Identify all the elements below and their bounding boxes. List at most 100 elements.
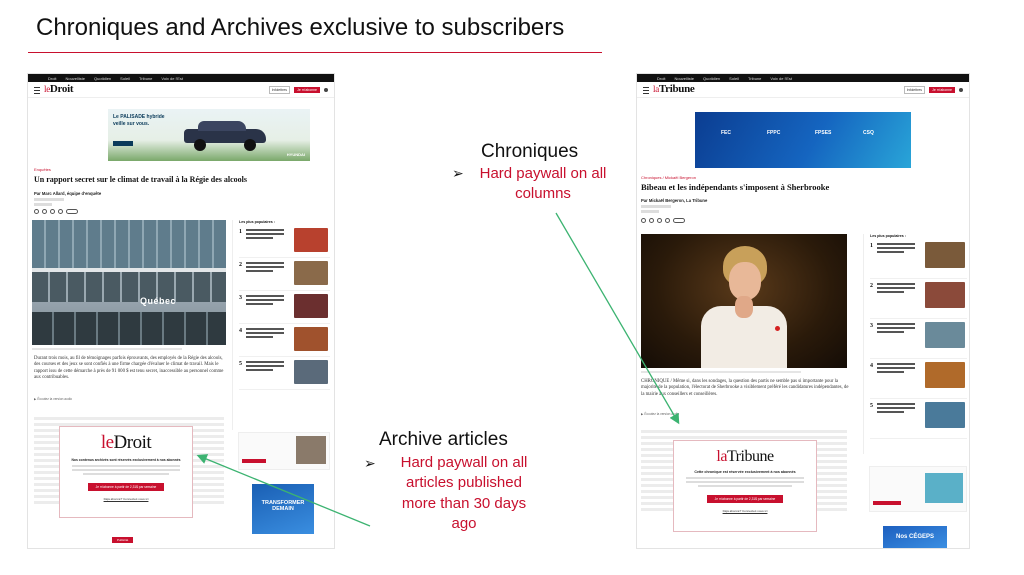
sidebar-item[interactable]: 1 <box>239 228 330 258</box>
sidebar-item[interactable]: 1 <box>870 242 967 279</box>
paywall-body <box>72 465 180 475</box>
audio-label: Écoutez la version audio <box>37 397 73 401</box>
audio-player[interactable]: ▶ Écoutez la version audio <box>641 412 679 416</box>
ledroit-masthead: leDroit Infolettres Je m'abonne <box>28 83 334 98</box>
sidebar-thumbnail <box>925 322 965 348</box>
rank-number: 3 <box>870 323 873 329</box>
network-link[interactable]: Quotidien <box>703 76 720 81</box>
sidebar-item[interactable]: 3 <box>239 294 330 324</box>
user-icon[interactable] <box>959 88 963 92</box>
sidebar-promo[interactable] <box>869 466 967 512</box>
facebook-icon[interactable] <box>34 209 39 214</box>
latribune-logo[interactable]: laTribune <box>653 83 695 95</box>
rank-number: 1 <box>239 229 242 235</box>
paywall-login-link[interactable]: Déjà abonné? Connectez-vous ici <box>674 509 816 513</box>
network-link[interactable]: Tribune <box>748 76 761 81</box>
rank-number: 5 <box>239 361 242 367</box>
ad-subline: veille sur vous. <box>113 121 150 127</box>
linkedin-icon[interactable] <box>657 218 662 223</box>
photo-caption <box>641 370 847 373</box>
twitter-icon[interactable] <box>42 209 47 214</box>
email-icon[interactable] <box>665 218 670 223</box>
network-link[interactable]: Voix de l'Est <box>770 76 792 81</box>
annotation-line: more than 30 days <box>401 494 527 512</box>
sidebar-item[interactable]: 4 <box>239 327 330 357</box>
paywall-logo: laTribune <box>716 448 774 465</box>
network-link[interactable]: Droit <box>48 76 56 81</box>
latribune-ad-banner[interactable]: FEC FPPC FPSES CSQ <box>695 112 911 168</box>
sidebar-item-text <box>877 403 915 413</box>
ledroit-ad-banner[interactable]: Le PALISADE hybride veille sur vous. HYU… <box>108 109 310 161</box>
latribune-network-bar: Droit Nouvelliste Quotidien Soleil Tribu… <box>637 74 969 82</box>
network-link[interactable]: Voix de l'Est <box>161 76 183 81</box>
sidebar-ad-transformer-demain[interactable]: TRANSFORMER DEMAIN <box>252 484 314 534</box>
network-link[interactable]: Nouvelliste <box>65 76 85 81</box>
article-meta <box>34 197 74 206</box>
sidebar-item[interactable]: 3 <box>870 322 967 359</box>
sidebar-thumbnail <box>294 327 328 351</box>
network-link[interactable]: Nouvelliste <box>674 76 694 81</box>
annotation-archives-text: Hard paywall on all articles published m… <box>386 453 542 534</box>
network-link[interactable]: Soleil <box>120 76 130 81</box>
rank-number: 3 <box>239 295 242 301</box>
menu-icon[interactable] <box>34 87 40 94</box>
ad-logo: FEC <box>721 130 731 136</box>
bullet-arrow-icon: ➢ <box>364 455 376 471</box>
twitter-icon[interactable] <box>649 218 654 223</box>
sidebar-promo[interactable] <box>238 432 330 470</box>
ad-logo: FPSES <box>815 130 832 136</box>
ad-brand: HYUNDAI <box>286 152 305 157</box>
paywall-subscribe-button[interactable]: Je m'abonne à partir de 2,31$ par semain… <box>87 483 165 491</box>
article-byline[interactable]: Par Marc Allard, équipe d'enquête <box>34 191 101 196</box>
annotation-chroniques-text: Hard paywall on all columns <box>468 164 618 205</box>
menu-icon[interactable] <box>643 87 649 94</box>
suv-image <box>184 119 266 151</box>
annotation-archives-heading: Archive articles <box>379 429 508 450</box>
annotation-line: Hard paywall on all <box>400 454 528 471</box>
share-buttons <box>641 218 685 223</box>
annotation-line: columns <box>515 185 571 203</box>
sidebar-ad-cegeps[interactable]: Nos CÉGEPS <box>883 526 947 548</box>
article-category[interactable]: Chroniques / Mickaël Bergeron <box>641 175 696 180</box>
user-icon[interactable] <box>324 88 328 92</box>
sidebar-item-text <box>246 361 284 371</box>
article-photo <box>641 234 847 368</box>
bullet-arrow-icon: ➢ <box>452 165 464 181</box>
sidebar-item[interactable]: 4 <box>870 362 967 399</box>
slide-title: Chroniques and Archives exclusive to sub… <box>36 14 565 41</box>
network-link[interactable]: Quotidien <box>94 76 111 81</box>
comment-icon[interactable] <box>673 218 685 223</box>
article-category[interactable]: Enquêtes <box>34 167 51 172</box>
rank-number: 4 <box>870 363 873 369</box>
sidebar-item[interactable]: 2 <box>870 282 967 319</box>
linkedin-icon[interactable] <box>50 209 55 214</box>
latribune-page-screenshot: Droit Nouvelliste Quotidien Soleil Tribu… <box>637 74 969 548</box>
rank-number: 4 <box>239 328 242 334</box>
ledroit-logo[interactable]: leDroit <box>44 83 74 95</box>
subscribe-button[interactable]: Je m'abonne <box>294 87 320 93</box>
sidebar-thumbnail <box>925 282 965 308</box>
article-lede: Durant trois mois, au fil de témoignages… <box>34 356 224 381</box>
network-link[interactable]: Tribune <box>139 76 152 81</box>
bottom-red-button[interactable]: Publicité <box>112 537 134 543</box>
sidebar-item[interactable]: 5 <box>870 402 967 439</box>
newsletter-button[interactable]: Infolettres <box>268 86 291 94</box>
comment-icon[interactable] <box>66 209 78 214</box>
sidebar-item-text <box>246 328 284 338</box>
sidebar-item[interactable]: 5 <box>239 360 330 390</box>
annotation-line: articles published <box>406 474 522 492</box>
article-byline[interactable]: Par Mickaël Bergeron, La Tribune <box>641 198 707 203</box>
network-link[interactable]: Droit <box>657 76 665 81</box>
paywall-subscribe-button[interactable]: Je m'abonne à partir de 2,31$ par semain… <box>706 495 784 503</box>
subscribe-button[interactable]: Je m'abonne <box>929 87 955 93</box>
facebook-icon[interactable] <box>641 218 646 223</box>
network-link[interactable]: Soleil <box>729 76 739 81</box>
sidebar-item[interactable]: 2 <box>239 261 330 291</box>
paywall-login-link[interactable]: Déjà abonné? Connectez-vous ici <box>60 497 192 501</box>
audio-player[interactable]: ▶ Écoutez la version audio <box>34 397 72 401</box>
sidebar-thumbnail <box>294 360 328 384</box>
ad-headline: Le PALISADE hybride <box>113 114 165 120</box>
sidebar-item-text <box>246 295 284 305</box>
newsletter-button[interactable]: Infolettres <box>903 86 926 94</box>
email-icon[interactable] <box>58 209 63 214</box>
